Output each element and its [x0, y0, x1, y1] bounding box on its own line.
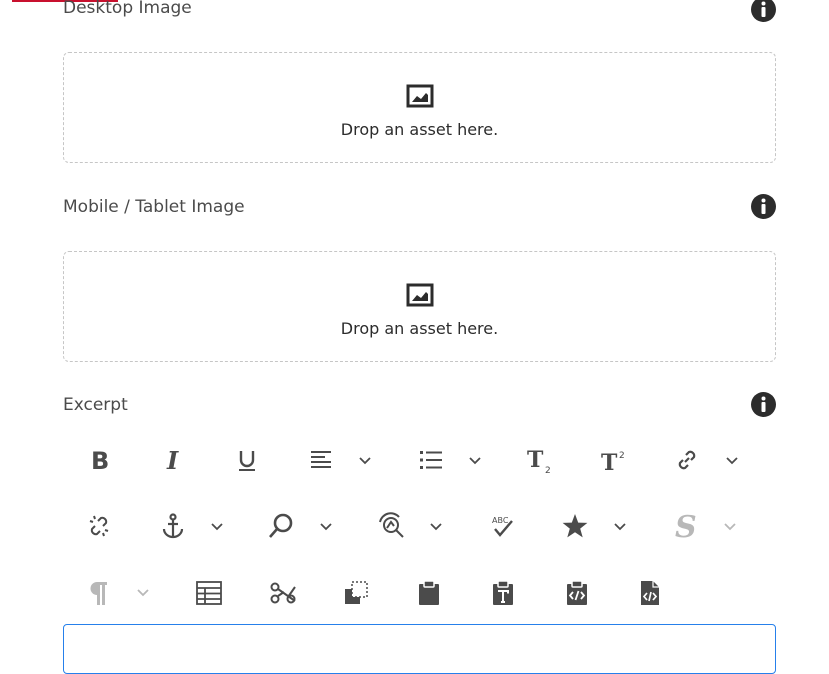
chevron-down-icon[interactable]	[725, 456, 739, 466]
chevron-down-icon[interactable]	[136, 588, 150, 598]
unlink-button[interactable]	[85, 510, 113, 542]
align-button[interactable]	[307, 444, 335, 476]
special-chars-button[interactable]	[561, 510, 589, 542]
scissors-icon	[270, 582, 296, 604]
spellcheck-button[interactable]: ABC	[489, 510, 517, 542]
table-button[interactable]	[194, 577, 224, 609]
spellcheck-icon: ABC	[492, 516, 513, 537]
copy-button[interactable]	[341, 577, 371, 609]
desktop-image-dropzone[interactable]: Drop an asset here.	[63, 52, 776, 163]
paste-button[interactable]	[415, 577, 443, 609]
italic-button[interactable]: I	[161, 444, 185, 476]
drop-text: Drop an asset here.	[340, 319, 499, 338]
excerpt-editor[interactable]	[63, 624, 776, 674]
svg-text:B: B	[91, 447, 109, 473]
paragraph-format-button[interactable]	[85, 577, 111, 609]
svg-text:T: T	[527, 447, 544, 473]
image-icon	[406, 283, 434, 307]
search-icon	[269, 513, 293, 538]
svg-text:2: 2	[619, 451, 625, 461]
link-button[interactable]	[673, 444, 701, 476]
superscript-icon: T 2	[601, 450, 625, 474]
source-edit-button[interactable]	[636, 577, 664, 609]
svg-text:T: T	[601, 450, 618, 474]
info-icon[interactable]	[750, 391, 777, 418]
subscript-button[interactable]: T 2	[526, 444, 556, 476]
unlink-icon	[89, 515, 109, 537]
paste-text-button[interactable]	[489, 577, 517, 609]
paste-word-button[interactable]	[563, 577, 591, 609]
styles-button[interactable]: S	[672, 510, 700, 542]
chevron-down-icon[interactable]	[468, 456, 482, 466]
bold-icon: B	[91, 447, 109, 473]
underline-icon	[239, 451, 255, 471]
svg-text:S: S	[675, 511, 697, 541]
chevron-down-icon[interactable]	[723, 522, 737, 532]
mobile-image-label: Mobile / Tablet Image	[63, 197, 245, 217]
find-replace-icon	[379, 512, 404, 538]
chevron-down-icon[interactable]	[358, 456, 372, 466]
svg-text:ABC: ABC	[492, 516, 509, 525]
info-icon[interactable]	[750, 0, 777, 23]
svg-text:I: I	[166, 447, 179, 473]
drop-text: Drop an asset here.	[340, 120, 499, 139]
bold-button[interactable]: B	[86, 444, 114, 476]
svg-text:2: 2	[545, 466, 551, 474]
paste-code-icon	[567, 580, 587, 605]
star-icon	[562, 514, 588, 538]
code-file-icon	[641, 581, 659, 605]
chevron-down-icon[interactable]	[319, 522, 333, 532]
chevron-down-icon[interactable]	[429, 522, 443, 532]
table-icon	[196, 581, 222, 605]
italic-icon: I	[166, 447, 179, 473]
find-replace-button[interactable]	[377, 510, 407, 542]
mobile-image-dropzone[interactable]: Drop an asset here.	[63, 251, 776, 362]
copy-icon	[345, 581, 368, 604]
list-button[interactable]	[417, 444, 445, 476]
info-icon[interactable]	[750, 193, 777, 220]
align-left-icon	[311, 451, 331, 468]
anchor-icon	[162, 513, 184, 539]
underline-button[interactable]	[234, 444, 260, 476]
anchor-button[interactable]	[159, 510, 187, 542]
desktop-image-label: Desktop Image	[63, 0, 192, 18]
chevron-down-icon[interactable]	[210, 522, 224, 532]
list-icon	[420, 451, 442, 469]
link-icon	[678, 450, 696, 470]
superscript-button[interactable]: T 2	[600, 444, 630, 476]
paragraph-icon	[90, 582, 107, 605]
styles-icon: S	[675, 511, 697, 541]
clipboard-icon	[419, 580, 439, 605]
paste-text-icon	[493, 580, 513, 605]
find-button[interactable]	[267, 510, 295, 542]
subscript-icon: T 2	[527, 447, 551, 474]
cut-button[interactable]	[268, 577, 298, 609]
image-icon	[406, 84, 434, 108]
excerpt-label: Excerpt	[63, 395, 128, 415]
chevron-down-icon[interactable]	[613, 522, 627, 532]
